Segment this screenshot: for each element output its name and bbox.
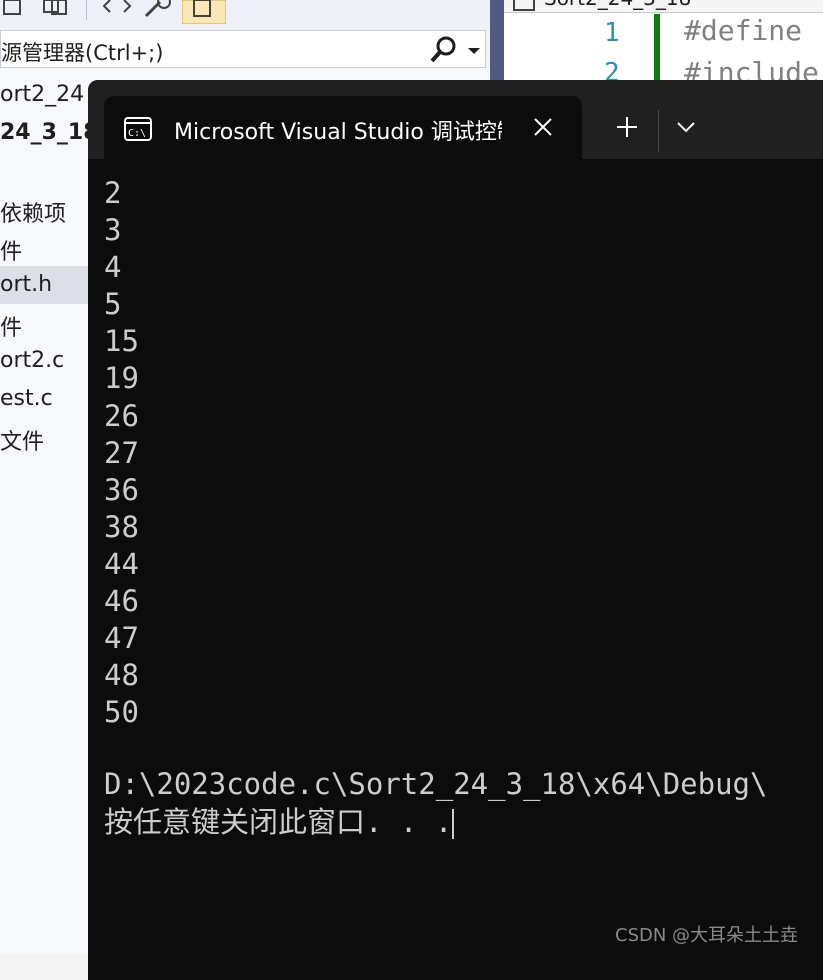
output-line: 19	[104, 361, 139, 396]
terminal-window: C:\ Microsoft Visual Studio 调试控制台 2 3 4 …	[88, 80, 823, 980]
tree-item-sort-h[interactable]: ort.h	[0, 266, 90, 304]
output-line: 26	[104, 398, 139, 433]
tree-item-resource-files[interactable]: 文件	[0, 424, 44, 456]
svg-text:C:\: C:\	[128, 128, 146, 139]
chevron-down-icon[interactable]	[676, 120, 696, 134]
editor-file-tab[interactable]: Sort2_24_3_18	[504, 0, 823, 13]
output-line: 5	[104, 287, 122, 322]
tree-item-header-files[interactable]: 件	[0, 234, 22, 266]
tree-item-test-c[interactable]: est.c	[0, 386, 53, 411]
wrench-icon[interactable]	[144, 0, 174, 22]
text-cursor	[452, 809, 455, 839]
console-output[interactable]: 2 3 4 5 15 19 26 27 36 38 44 46 47 48 50…	[104, 175, 823, 839]
tree-item-dependencies[interactable]: 依赖项	[0, 196, 66, 228]
copy-icon[interactable]	[2, 0, 24, 22]
output-line: 2	[104, 176, 122, 210]
code-icon[interactable]	[102, 0, 132, 22]
solution-explorer-search[interactable]: 源管理器(Ctrl+;)	[0, 30, 486, 68]
output-line: 38	[104, 509, 139, 544]
chevron-down-icon[interactable]	[465, 35, 483, 65]
exit-path-line: D:\2023code.c\Sort2_24_3_18\x64\Debug\	[104, 767, 768, 801]
tree-item-project[interactable]: ort2_24	[0, 82, 84, 107]
change-indicator	[654, 14, 660, 84]
search-input[interactable]: 源管理器(Ctrl+;)	[1, 37, 163, 67]
terminal-titlebar[interactable]: C:\ Microsoft Visual Studio 调试控制台	[88, 80, 823, 159]
output-line: 4	[104, 250, 122, 285]
output-line: 48	[104, 658, 139, 693]
titlebar-divider	[658, 110, 659, 152]
tree-item-solution[interactable]: 24_3_18	[0, 120, 99, 145]
terminal-tab[interactable]: C:\ Microsoft Visual Studio 调试控制台	[104, 96, 582, 159]
close-icon[interactable]	[532, 116, 554, 138]
vs-toolbar	[0, 0, 490, 28]
windows-icon[interactable]	[42, 0, 70, 22]
output-line: 47	[104, 621, 139, 656]
output-line: 46	[104, 584, 139, 619]
watermark: CSDN @大耳朵土土垚	[615, 925, 799, 946]
tree-item-sort2-c[interactable]: ort2.c	[0, 348, 64, 373]
plus-icon[interactable]	[616, 116, 638, 138]
file-icon	[513, 0, 535, 11]
editor-tab-label: Sort2_24_3_18	[544, 0, 691, 10]
output-line: 27	[104, 435, 139, 470]
prompt-line: 按任意键关闭此窗口. . .	[104, 804, 455, 841]
output-line: 3	[104, 213, 122, 248]
toolbar-separator	[86, 0, 87, 20]
line-number: 1	[604, 18, 620, 48]
output-line: 36	[104, 472, 139, 507]
code-line[interactable]: #define	[684, 14, 802, 47]
tab-title: Microsoft Visual Studio 调试控制台	[174, 120, 502, 145]
output-line: 50	[104, 695, 139, 730]
tree-item-source-files[interactable]: 件	[0, 310, 22, 342]
console-icon: C:\	[124, 117, 152, 141]
search-icon[interactable]	[429, 35, 459, 65]
output-line: 44	[104, 546, 139, 581]
properties-icon[interactable]	[182, 0, 226, 24]
prompt-text: 按任意键关闭此窗口. . .	[104, 805, 453, 839]
output-line: 15	[104, 324, 139, 359]
